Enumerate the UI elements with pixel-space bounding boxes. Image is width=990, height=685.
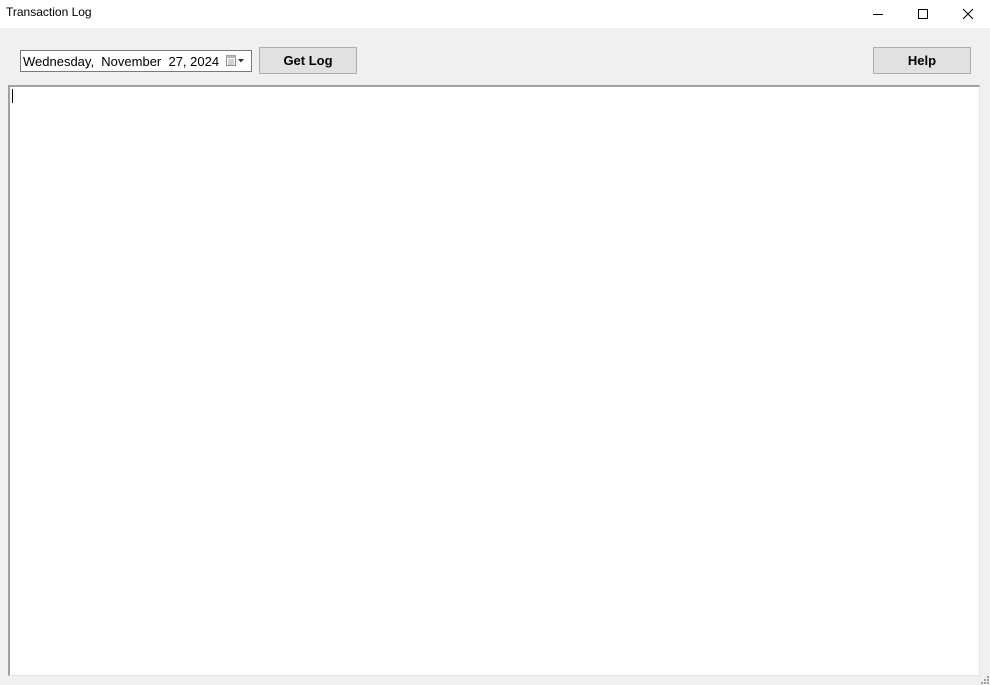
date-picker[interactable]: Wednesday, November 27, 2024 bbox=[20, 50, 252, 72]
help-button[interactable]: Help bbox=[873, 47, 971, 74]
date-dropdown-button[interactable] bbox=[224, 53, 248, 69]
resize-grip-icon[interactable] bbox=[978, 673, 990, 685]
window-title: Transaction Log bbox=[6, 5, 92, 19]
maximize-icon bbox=[917, 9, 928, 19]
calendar-dropdown-icon bbox=[226, 55, 244, 66]
close-icon bbox=[962, 8, 973, 20]
log-text-area[interactable] bbox=[8, 85, 980, 676]
text-caret bbox=[12, 89, 13, 103]
title-bar[interactable]: Transaction Log bbox=[0, 0, 990, 28]
minimize-button[interactable] bbox=[855, 0, 900, 28]
get-log-button[interactable]: Get Log bbox=[259, 47, 357, 74]
maximize-button[interactable] bbox=[900, 0, 945, 28]
transaction-log-window: Transaction Log Wednesday, November 27, … bbox=[0, 0, 990, 685]
date-value: Wednesday, November 27, 2024 bbox=[23, 54, 220, 69]
close-button[interactable] bbox=[945, 0, 990, 28]
minimize-icon bbox=[872, 14, 883, 15]
